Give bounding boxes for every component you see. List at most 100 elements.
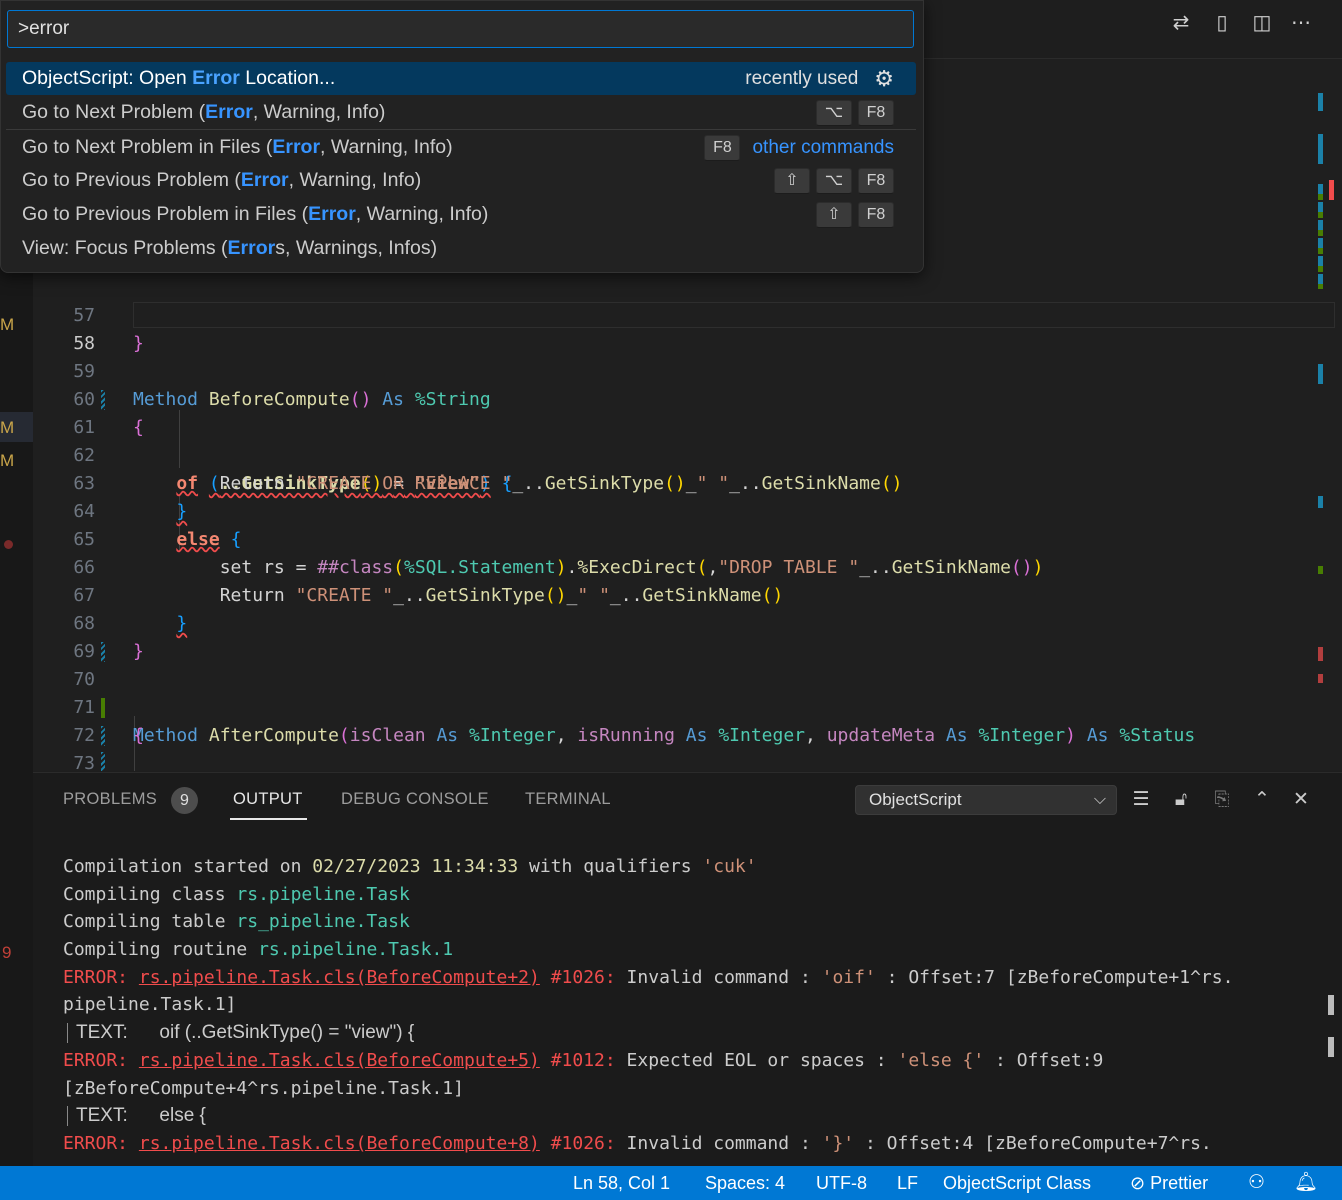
palette-item-focus-problems[interactable]: View: Focus Problems (Errors, Warnings, … — [6, 232, 916, 265]
code-line: 72 if (updateMeta) { — [33, 694, 1333, 802]
code-line: 63 } — [33, 442, 1333, 522]
code-line: 57 } — [33, 274, 1333, 354]
output-line: pipeline.Task.1] — [63, 994, 237, 1016]
keybinding-key: ⌥ — [816, 99, 852, 126]
panel-scrollbar-marker[interactable] — [1328, 1037, 1334, 1057]
palette-item-open-error-location[interactable]: ObjectScript: Open Error Location... rec… — [6, 62, 916, 95]
git-modified-marker: M — [0, 451, 15, 470]
tab-debug-console[interactable]: DEBUG CONSOLE — [341, 790, 489, 809]
palette-item-next-problem[interactable]: Go to Next Problem (Error, Warning, Info… — [6, 96, 916, 129]
code-line: 62 Return "CREATE OR REPLACE "_..GetSink… — [33, 414, 1333, 494]
palette-item-next-problem-in-files[interactable]: Go to Next Problem in Files (Error, Warn… — [6, 131, 916, 164]
other-commands-label: other commands — [752, 137, 894, 158]
palette-item-match: Error — [205, 101, 253, 123]
palette-item-label: s, Warnings, Infos) — [275, 237, 438, 259]
code-line: 65 set rs = ##class(%SQL.Statement).%Exe… — [33, 498, 1333, 578]
overview-marker — [1318, 184, 1323, 289]
overview-marker — [1318, 134, 1323, 164]
palette-item-label: ObjectScript: Open — [22, 67, 193, 89]
output-channel-select[interactable]: ObjectScript ⌵ — [855, 785, 1117, 815]
output-line: Compiling table rs_pipeline.Task — [63, 911, 410, 933]
command-palette: ObjectScript: Open Error Location... rec… — [0, 0, 924, 273]
code-line: 74 } else { — [33, 748, 1333, 771]
problem-count-marker: 9 — [2, 943, 12, 962]
chevron-down-icon: ⌵ — [1093, 791, 1106, 808]
code-line: 59 Method BeforeCompute() As %String — [33, 330, 1333, 410]
diff-modified-gutter — [101, 390, 105, 410]
breakpoint-dot — [4, 540, 13, 549]
lock-scroll-icon[interactable]: 🔓︎ — [1168, 787, 1194, 813]
accounts-icon[interactable]: ⚇ — [1248, 1166, 1265, 1200]
notifications-bell-icon[interactable]: 🔔︎ — [1294, 1166, 1318, 1200]
palette-item-label: View: Focus Problems ( — [22, 237, 228, 259]
palette-item-label: Go to Next Problem ( — [22, 101, 206, 123]
output-line: Compiling class rs.pipeline.Task — [63, 883, 410, 905]
keybinding-key: ⇧ — [816, 201, 852, 228]
output-error-line: ERROR: rs.pipeline.Task.cls(BeforeComput… — [63, 1132, 1212, 1154]
active-tab-indicator — [230, 818, 307, 820]
output-error-line: ERROR: rs.pipeline.Task.cls(BeforeComput… — [63, 1049, 1104, 1071]
code-line: 70 Method AfterCompute(isClean As %Integ… — [33, 638, 1333, 746]
code-line: 73 do ..UpdateMetadata() — [33, 722, 1333, 830]
language-mode[interactable]: ObjectScript Class — [943, 1166, 1091, 1200]
open-in-editor-icon[interactable]: ⎘ — [1209, 787, 1235, 813]
palette-item-label: , Warning, Info) — [288, 169, 422, 191]
palette-item-label: , Warning, Info) — [252, 101, 386, 123]
overview-error-marker — [1318, 674, 1323, 683]
more-actions-icon[interactable]: ⋯ — [1288, 10, 1314, 36]
overview-error-marker — [1318, 647, 1323, 661]
output-log[interactable]: Compilation started on 02/27/2023 11:34:… — [63, 853, 1313, 1158]
palette-item-label: , Warning, Info) — [355, 203, 489, 225]
code-line: 61 of (..GetSinkType() = "view") { — [33, 386, 1333, 494]
keybinding-key: ⇧ — [774, 167, 810, 194]
tab-terminal[interactable]: TERMINAL — [525, 790, 611, 809]
output-text-line: TEXT: else { — [63, 1102, 1313, 1130]
error-location-link[interactable]: rs.pipeline.Task.cls(BeforeCompute+8) — [139, 1133, 540, 1154]
palette-item-match: Error — [227, 237, 276, 259]
git-modified-marker: M — [0, 418, 15, 437]
code-line: 68 } — [33, 582, 1333, 662]
output-line: Compilation started on 02/27/2023 11:34:… — [63, 856, 757, 877]
output-line: Compiling routine rs.pipeline.Task.1 — [63, 939, 454, 961]
error-location-link[interactable]: rs.pipeline.Task.cls(BeforeCompute+5) — [139, 1050, 540, 1071]
maximize-panel-icon[interactable]: ⌃ — [1249, 787, 1275, 813]
command-palette-input[interactable] — [7, 10, 914, 48]
diff-added-gutter — [101, 698, 105, 718]
palette-item-match: Error — [240, 169, 289, 191]
split-editor-icon[interactable]: ◫ — [1249, 10, 1275, 36]
file-encoding[interactable]: UTF-8 — [816, 1166, 867, 1200]
status-bar: Ln 58, Col 1 Spaces: 4 UTF-8 LF ObjectSc… — [0, 1166, 1342, 1200]
compare-changes-icon[interactable]: ⇄ — [1168, 10, 1194, 36]
overview-error-marker — [1329, 180, 1334, 200]
open-preview-icon[interactable]: ▯ — [1209, 10, 1235, 36]
keybinding-key: F8 — [858, 167, 894, 194]
palette-item-match: Error — [272, 136, 321, 158]
code-line: 58 — [33, 302, 1333, 354]
tab-output[interactable]: OUTPUT — [233, 790, 303, 809]
output-text-line: TEXT: oif (..GetSinkType() = "view") { — [63, 1019, 1313, 1047]
output-line: [zBeforeCompute+4^rs.pipeline.Task.1] — [63, 1077, 464, 1099]
end-of-line-sequence[interactable]: LF — [897, 1166, 918, 1200]
gear-icon[interactable]: ⚙ — [874, 62, 894, 95]
problems-count-badge: 9 — [171, 787, 198, 814]
palette-item-previous-problem-in-files[interactable]: Go to Previous Problem in Files (Error, … — [6, 198, 916, 231]
error-location-link[interactable]: rs.pipeline.Task.cls(BeforeCompute+2) — [139, 967, 540, 988]
panel-scrollbar-marker[interactable] — [1328, 995, 1334, 1015]
output-channel-value: ObjectScript — [869, 790, 962, 809]
palette-item-previous-problem[interactable]: Go to Previous Problem (Error, Warning, … — [6, 164, 916, 197]
clear-output-icon[interactable]: ☰ — [1128, 787, 1154, 813]
palette-item-label: Go to Next Problem in Files ( — [22, 136, 273, 158]
cursor-position[interactable]: Ln 58, Col 1 — [573, 1166, 670, 1200]
prettier-label: Prettier — [1150, 1173, 1209, 1193]
tab-problems[interactable]: PROBLEMS — [63, 790, 157, 809]
code-line: 64 else { — [33, 470, 1333, 550]
prettier-status[interactable]: ⊘ Prettier — [1130, 1166, 1208, 1200]
palette-item-label: Go to Previous Problem ( — [22, 169, 241, 191]
palette-item-match: Error — [308, 203, 356, 225]
indentation-setting[interactable]: Spaces: 4 — [705, 1166, 785, 1200]
overview-marker — [1318, 566, 1323, 574]
overview-marker — [1318, 496, 1323, 508]
close-panel-icon[interactable]: ✕ — [1288, 787, 1314, 813]
output-error-line: ERROR: rs.pipeline.Task.cls(BeforeComput… — [63, 966, 1234, 988]
diff-modified-gutter — [101, 752, 105, 771]
